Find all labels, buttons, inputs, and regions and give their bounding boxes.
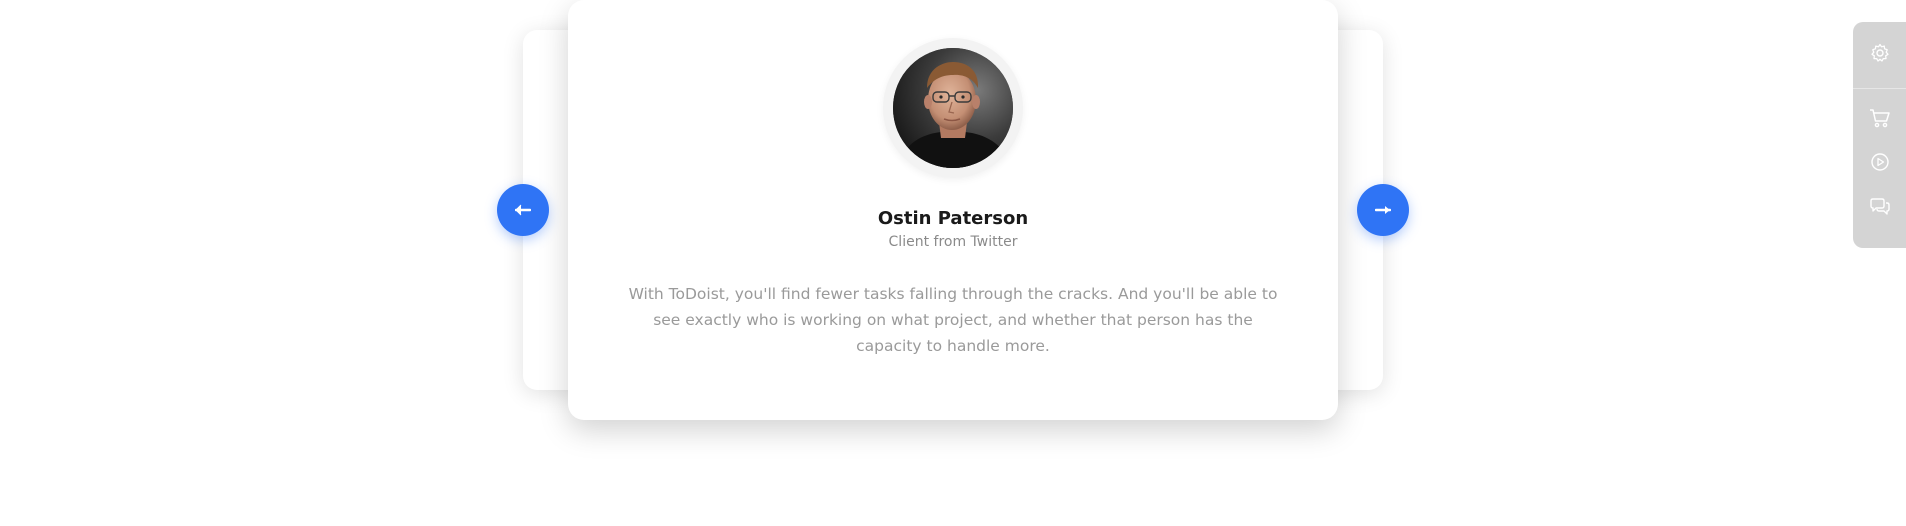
avatar-portrait-image [893,48,1013,168]
side-toolbar-divider [1853,88,1906,89]
cart-button[interactable] [1853,98,1906,138]
play-icon [1870,153,1889,171]
testimonial-card: Ostin Paterson Client from Twitter With … [568,0,1338,420]
arrow-right-icon [1375,206,1391,214]
chat-icon [1869,198,1890,215]
side-toolbar [1853,22,1906,248]
avatar-ring [883,38,1023,178]
testimonial-author-role: Client from Twitter [888,234,1018,250]
next-testimonial-button[interactable] [1357,184,1409,236]
testimonial-quote: With ToDoist, you'll find fewer tasks fa… [628,285,1278,355]
settings-button[interactable] [1853,33,1906,73]
testimonial-author-name: Ostin Paterson [877,208,1029,229]
chat-button[interactable] [1853,187,1906,227]
play-button[interactable] [1853,142,1906,182]
gear-icon [1870,43,1889,62]
avatar [893,48,1013,168]
arrow-left-icon [515,204,531,216]
previous-testimonial-button[interactable] [497,184,549,236]
testimonial-section: Ostin Paterson Client from Twitter With … [0,0,1906,526]
cart-icon [1869,109,1890,128]
